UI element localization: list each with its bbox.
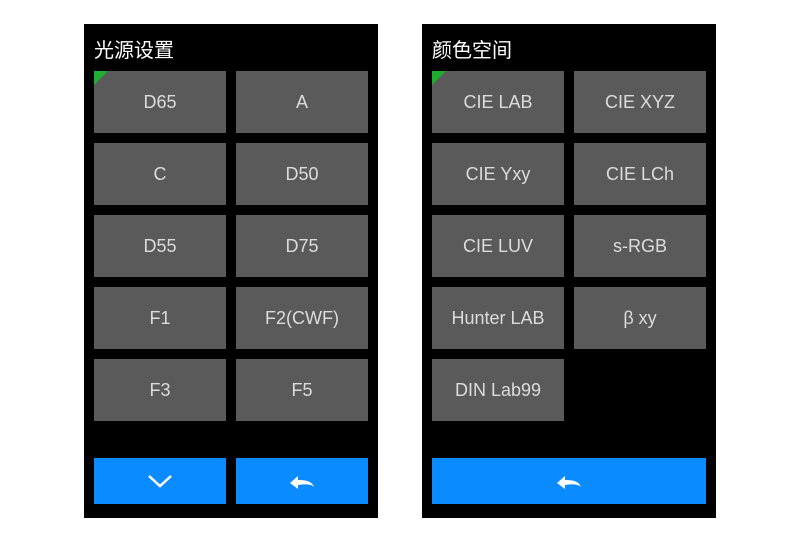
selected-indicator-icon bbox=[432, 71, 446, 85]
selected-indicator-icon bbox=[94, 71, 108, 85]
back-arrow-icon bbox=[286, 471, 318, 491]
option-cie-xyz[interactable]: CIE XYZ bbox=[574, 71, 706, 133]
option-d75[interactable]: D75 bbox=[236, 215, 368, 277]
color-space-panel: 颜色空间 CIE LAB CIE XYZ CIE Yxy CIE LCh CIE… bbox=[422, 24, 716, 518]
option-d65[interactable]: D65 bbox=[94, 71, 226, 133]
page-down-button[interactable] bbox=[94, 458, 226, 504]
footer-bar bbox=[84, 458, 378, 518]
grid-wrap: D65 A C D50 D55 D75 F1 F2(CWF) F3 F5 bbox=[84, 71, 378, 458]
light-source-panel: 光源设置 D65 A C D50 D55 D75 F1 F2(CWF) F3 F… bbox=[84, 24, 378, 518]
option-beta-xy[interactable]: β xy bbox=[574, 287, 706, 349]
option-d55[interactable]: D55 bbox=[94, 215, 226, 277]
option-c[interactable]: C bbox=[94, 143, 226, 205]
option-grid: CIE LAB CIE XYZ CIE Yxy CIE LCh CIE LUV … bbox=[432, 71, 706, 421]
option-cie-lch[interactable]: CIE LCh bbox=[574, 143, 706, 205]
option-srgb[interactable]: s-RGB bbox=[574, 215, 706, 277]
option-cie-luv[interactable]: CIE LUV bbox=[432, 215, 564, 277]
grid-wrap: CIE LAB CIE XYZ CIE Yxy CIE LCh CIE LUV … bbox=[422, 71, 716, 458]
option-cie-yxy[interactable]: CIE Yxy bbox=[432, 143, 564, 205]
option-cie-lab[interactable]: CIE LAB bbox=[432, 71, 564, 133]
option-f3[interactable]: F3 bbox=[94, 359, 226, 421]
chevron-down-icon bbox=[146, 472, 174, 490]
option-din-lab99[interactable]: DIN Lab99 bbox=[432, 359, 564, 421]
footer-bar bbox=[422, 458, 716, 518]
option-d50[interactable]: D50 bbox=[236, 143, 368, 205]
option-hunter-lab[interactable]: Hunter LAB bbox=[432, 287, 564, 349]
option-grid: D65 A C D50 D55 D75 F1 F2(CWF) F3 F5 bbox=[94, 71, 368, 421]
panel-title: 光源设置 bbox=[84, 24, 378, 71]
option-a[interactable]: A bbox=[236, 71, 368, 133]
back-arrow-icon bbox=[553, 471, 585, 491]
option-empty bbox=[574, 359, 706, 421]
back-button[interactable] bbox=[236, 458, 368, 504]
back-button[interactable] bbox=[432, 458, 706, 504]
option-f2cwf[interactable]: F2(CWF) bbox=[236, 287, 368, 349]
option-f1[interactable]: F1 bbox=[94, 287, 226, 349]
option-f5[interactable]: F5 bbox=[236, 359, 368, 421]
panel-title: 颜色空间 bbox=[422, 24, 716, 71]
